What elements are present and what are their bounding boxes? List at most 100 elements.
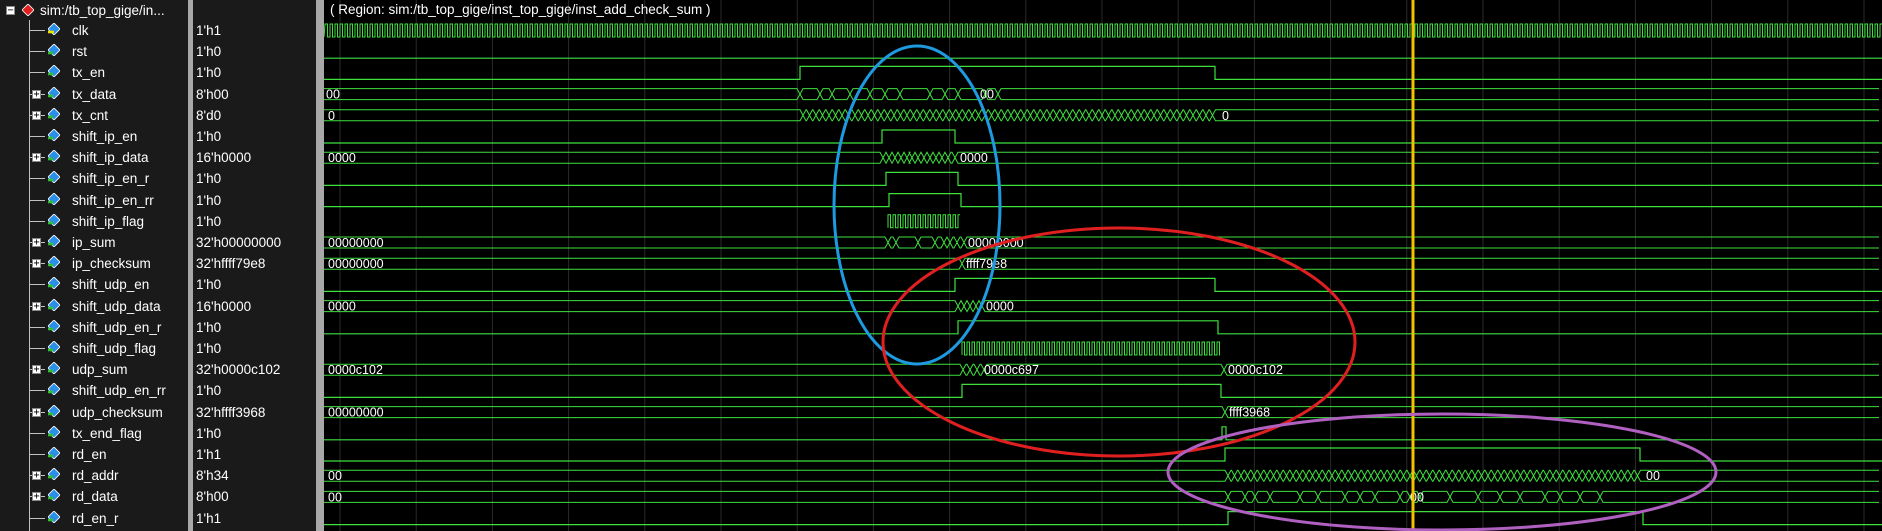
- signal-diamond-icon: [48, 362, 60, 375]
- signal-value: 16'h0000: [196, 150, 252, 166]
- signal-diamond-icon: [48, 256, 60, 269]
- signal-diamond-icon: [48, 65, 60, 78]
- signal-row-shift-ip-data[interactable]: + shift_ip_data 16'h0000: [0, 147, 320, 168]
- signal-name: shift_udp_flag: [72, 341, 157, 356]
- signal-diamond-icon: [48, 383, 60, 396]
- signal-row-shift-ip-en-rr[interactable]: shift_ip_en_rr 1'h0: [0, 190, 320, 211]
- signal-diamond-icon: [48, 319, 60, 332]
- signal-name: tx_en: [72, 65, 106, 81]
- region-label: ( Region: sim:/tb_top_gige/inst_top_gige…: [330, 2, 711, 17]
- rd-en-r-wave: [324, 511, 1882, 526]
- signal-diamond-icon: [48, 404, 60, 417]
- expand-icon[interactable]: +: [32, 110, 41, 120]
- signal-row-shift-udp-flag[interactable]: shift_udp_flag 1'h0: [0, 338, 320, 359]
- signal-row-udp-checksum[interactable]: + udp_checksum 32'hffff3968: [0, 402, 320, 423]
- signal-diamond-icon: [48, 468, 60, 481]
- expand-icon[interactable]: +: [32, 238, 41, 248]
- collapse-icon[interactable]: −: [6, 6, 15, 16]
- expand-icon[interactable]: +: [32, 471, 41, 481]
- signal-row-rst[interactable]: rst 1'h0: [0, 41, 320, 62]
- udp-sum-mid-label: 0000c697: [984, 363, 1039, 377]
- ip-sum-label: 00000000: [328, 236, 384, 250]
- expand-icon[interactable]: +: [32, 259, 41, 269]
- signal-row-shift-udp-en-r[interactable]: shift_udp_en_r 1'h0: [0, 317, 320, 338]
- tree-branch: [29, 517, 45, 519]
- signal-value: 16'h0000: [196, 298, 252, 314]
- signal-row-shift-ip-flag[interactable]: shift_ip_flag 1'h0: [0, 211, 320, 232]
- signal-name: shift_ip_en: [72, 129, 138, 144]
- signal-value: 1'h0: [196, 425, 222, 441]
- expand-icon[interactable]: +: [32, 301, 41, 311]
- shift-ip-en-wave: [324, 129, 1882, 144]
- signal-row-udp-sum[interactable]: + udp_sum 32'h0000c102: [0, 359, 320, 380]
- signal-row-rd-addr[interactable]: + rd_addr 8'h34: [0, 465, 320, 486]
- signal-value: 8'h34: [196, 468, 229, 484]
- shift-udp-en-r-wave: [324, 320, 1882, 335]
- signal-name: shift_udp_en_r: [72, 319, 162, 335]
- signal-row-shift-udp-en[interactable]: shift_udp_en 1'h0: [0, 274, 320, 295]
- signal-name: tx_data: [72, 86, 117, 102]
- signal-diamond-icon: [48, 192, 60, 205]
- signal-row-rd-en[interactable]: rd_en 1'h1: [0, 444, 320, 465]
- shift-udp-data-label: 0000: [328, 300, 356, 314]
- expand-icon[interactable]: +: [32, 153, 41, 163]
- shift-ip-en-rr-wave: [324, 193, 1882, 208]
- shift-udp-data-end-label: 0000: [986, 300, 1014, 314]
- signal-name: rd_en_r: [72, 510, 119, 526]
- tree-branch: [29, 348, 45, 349]
- tx-cnt-label: 0: [328, 109, 335, 123]
- udp-checksum-end-label: ffff3968: [1229, 406, 1270, 420]
- ip-checksum-end-label: ffff79e8: [966, 257, 1007, 271]
- signal-name: ip_checksum: [72, 256, 151, 272]
- signal-name: shift_udp_data: [72, 298, 161, 314]
- signal-row-ip-sum[interactable]: + ip_sum 32'h00000000: [0, 232, 320, 253]
- signal-row-rd-en-r[interactable]: rd_en_r 1'h1: [0, 508, 320, 529]
- waveform-canvas: 00 000 00000 000000000000 0000000000000000 ff…: [323, 0, 1882, 531]
- signal-row-ip-checksum[interactable]: + ip_checksum 32'hffff79e8: [0, 253, 320, 274]
- signal-row-tx-end-flag[interactable]: tx_end_flag 1'h0: [0, 423, 320, 444]
- signal-name: clk: [72, 23, 89, 38]
- signal-value: 1'h0: [196, 171, 222, 187]
- signal-diamond-icon: [48, 150, 60, 163]
- signal-name: shift_ip_flag: [72, 213, 145, 229]
- signal-row-clk[interactable]: clk 1'h1: [0, 20, 320, 41]
- expand-icon[interactable]: +: [32, 365, 41, 375]
- signal-row-shift-udp-en-rr[interactable]: shift_udp_en_rr 1'h0: [0, 380, 320, 401]
- tree-branch: [29, 390, 45, 392]
- signal-diamond-icon: [48, 447, 60, 459]
- signal-row-tx-en[interactable]: tx_en 1'h0: [0, 62, 320, 83]
- signal-row-shift-ip-en-r[interactable]: shift_ip_en_r 1'h0: [0, 168, 320, 189]
- signal-row-shift-udp-data[interactable]: + shift_udp_data 16'h0000: [0, 296, 320, 317]
- expand-icon[interactable]: +: [32, 492, 41, 502]
- signal-diamond-icon: [48, 213, 60, 226]
- signal-value: 1'h0: [196, 277, 222, 293]
- signal-name: shift_udp_en: [72, 277, 150, 293]
- shift-udp-en-rr-wave: [324, 383, 1882, 398]
- tree-branch: [29, 199, 45, 201]
- rd-data-label: 00: [328, 490, 342, 504]
- tx-data-end-label: 00: [980, 88, 994, 102]
- shift-udp-en-wave: [324, 277, 1882, 292]
- signal-row-rd-data[interactable]: + rd_data 8'h00: [0, 486, 320, 507]
- tree-branch: [29, 326, 45, 328]
- expand-icon[interactable]: +: [32, 89, 41, 99]
- shift-ip-data-end-label: 0000: [960, 151, 988, 165]
- signal-row-tx-data[interactable]: + tx_data 8'h00: [0, 84, 320, 105]
- signal-name: tx_end_flag: [72, 425, 142, 441]
- waveform-pane[interactable]: 00 00 0 0 0000 0000 00000000 00000000 00000000 ff…: [323, 0, 1882, 531]
- signal-row-tx-cnt[interactable]: + tx_cnt 8'd0: [0, 105, 320, 126]
- tx-en-wave: [324, 65, 1882, 80]
- signal-diamond-icon: [48, 44, 60, 57]
- clk-wave: [323, 23, 1882, 38]
- signal-value: 32'hffff3968: [196, 404, 266, 420]
- scope-diamond-icon: [22, 4, 34, 16]
- tree-branch: [29, 432, 45, 434]
- tree-branch: [29, 178, 45, 180]
- blue-annotation-ellipse: [832, 44, 1002, 366]
- signal-value: 1'h0: [196, 192, 222, 208]
- expand-icon[interactable]: +: [32, 407, 41, 417]
- signal-name: rst: [72, 44, 87, 60]
- signal-value: 1'h1: [196, 510, 222, 526]
- signal-row-shift-ip-en[interactable]: shift_ip_en 1'h0: [0, 126, 320, 147]
- signal-name: tx_cnt: [72, 107, 109, 123]
